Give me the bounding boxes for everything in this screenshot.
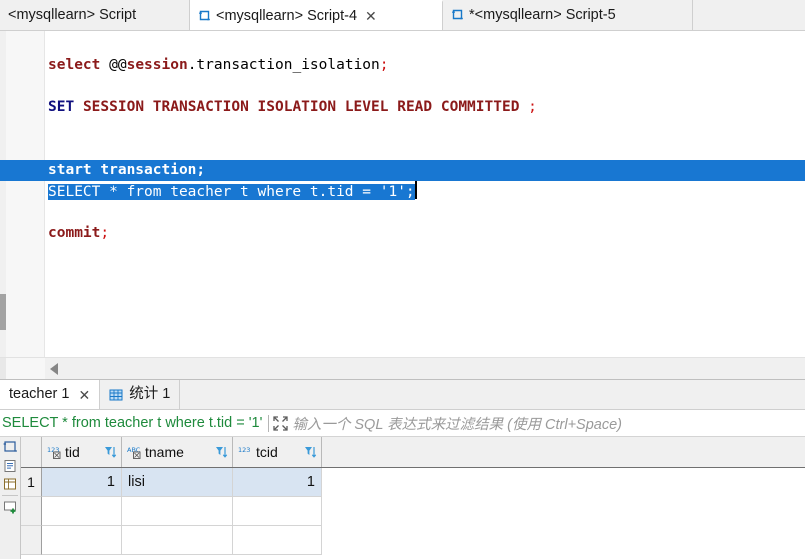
row-filler [322, 468, 805, 497]
table-row[interactable] [21, 526, 805, 555]
scroll-left-arrow-icon[interactable] [50, 363, 58, 375]
cell-tid[interactable] [42, 526, 122, 555]
grid-column-header-tname[interactable]: ABC tname [122, 437, 233, 467]
grid-column-label: tname [145, 444, 184, 460]
editor-tab-bar: <mysqllearn> Script <mysqllearn> Script-… [0, 0, 805, 31]
cell-tcid[interactable]: 1 [233, 468, 322, 497]
code-token: ; [528, 99, 537, 115]
code-token: .transaction_isolation [187, 57, 380, 73]
row-number[interactable] [21, 526, 42, 555]
code-token: SET [48, 99, 75, 115]
code-line: SET SESSION TRANSACTION ISOLATION LEVEL … [46, 97, 805, 118]
editor-tab-script[interactable]: <mysqllearn> Script [0, 0, 190, 30]
code-token: @@ [109, 57, 127, 73]
filter-sort-icon[interactable] [104, 445, 117, 459]
sql-script-icon [451, 9, 464, 22]
editor-horizontal-scrollbar-track[interactable] [45, 358, 805, 379]
grid-header-row: 123 tid ABC tname 123 tcid [21, 437, 805, 468]
cell-tid[interactable] [42, 497, 122, 526]
cell-tid[interactable]: 1 [42, 468, 122, 497]
row-filler [322, 497, 805, 526]
grid-column-label: tid [65, 444, 80, 460]
toolbar-divider [2, 495, 18, 496]
editor-tab-close-icon[interactable]: ✕ [365, 9, 377, 23]
grid-header-rownum-corner[interactable] [21, 437, 42, 467]
filter-query-text: SELECT * from teacher t where t.tid = '1… [2, 415, 263, 431]
code-line: select @@session.transaction_isolation; [46, 55, 805, 76]
sql-script-icon [198, 10, 211, 23]
row-filler [322, 526, 805, 555]
code-token: session [126, 57, 188, 73]
grid-icon [109, 388, 123, 402]
result-tab-label: 统计 1 [129, 386, 171, 403]
code-line: commit; [46, 223, 805, 244]
grid-column-label: tcid [256, 444, 278, 460]
editor-tab-script-5[interactable]: *<mysqllearn> Script-5 [443, 0, 693, 30]
sql-editor[interactable]: select @@session.transaction_isolation; … [0, 31, 805, 357]
record-view-icon[interactable] [3, 477, 18, 492]
result-grid[interactable]: 123 tid ABC tname 123 tcid 1 1 lisi 1 [21, 437, 805, 559]
row-number[interactable]: 1 [21, 468, 42, 497]
result-tab-label: teacher 1 [9, 386, 70, 403]
svg-text:123: 123 [238, 446, 250, 454]
text-caret [414, 181, 417, 199]
number-type-icon: 123 [238, 445, 253, 459]
result-filter-bar[interactable]: SELECT * from teacher t where t.tid = '1… [0, 410, 805, 437]
editor-tab-label: <mysqllearn> Script [8, 6, 137, 23]
cell-tname[interactable] [122, 497, 233, 526]
add-row-icon[interactable] [3, 499, 18, 514]
text-view-icon[interactable] [3, 459, 18, 474]
editor-tab-script-4[interactable]: <mysqllearn> Script-4 ✕ [190, 0, 443, 30]
text-type-icon: ABC [127, 445, 142, 459]
grid-side-toolbar [0, 437, 21, 559]
row-number[interactable] [21, 497, 42, 526]
table-row[interactable]: 1 1 lisi 1 [21, 468, 805, 497]
number-type-icon: 123 [47, 445, 62, 459]
table-row[interactable] [21, 497, 805, 526]
editor-code-area[interactable]: select @@session.transaction_isolation; … [0, 31, 805, 357]
result-tab-close-icon[interactable]: ✕ [78, 388, 90, 402]
code-token: SELECT * from teacher t where t.tid = '1… [48, 184, 415, 200]
filter-sort-icon[interactable] [304, 445, 317, 459]
grid-view-icon[interactable] [3, 441, 18, 456]
code-line-selected: start transaction; [0, 160, 805, 181]
grid-column-header-tid[interactable]: 123 tid [42, 437, 122, 467]
editor-tab-label: *<mysqllearn> Script-5 [469, 6, 616, 23]
cell-tcid[interactable] [233, 497, 322, 526]
cell-tname[interactable]: lisi [122, 468, 233, 497]
filter-sort-icon[interactable] [215, 445, 228, 459]
grid-header-filler [322, 437, 805, 467]
code-line-selected: SELECT * from teacher t where t.tid = '1… [0, 181, 805, 202]
code-token: select [48, 57, 101, 73]
editor-tab-label: <mysqllearn> Script-4 [216, 7, 358, 24]
code-token: SESSION TRANSACTION ISOLATION LEVEL READ… [82, 99, 520, 115]
code-token: ; [100, 225, 110, 241]
result-tab-teacher[interactable]: teacher 1 ✕ [0, 380, 101, 409]
result-tab-statistics[interactable]: 统计 1 [100, 380, 181, 409]
cell-tcid[interactable] [233, 526, 322, 555]
cell-tname[interactable] [122, 526, 233, 555]
gutter-footer [6, 358, 45, 379]
grid-column-header-tcid[interactable]: 123 tcid [233, 437, 322, 467]
result-tab-bar: teacher 1 ✕ 统计 1 [0, 379, 805, 410]
code-token: commit [48, 225, 101, 241]
filter-input-placeholder[interactable]: 输入一个 SQL 表达式来过滤结果 (使用 Ctrl+Space) [292, 413, 622, 434]
expand-icon[interactable] [268, 414, 289, 432]
editor-horizontal-scrollbar[interactable] [0, 357, 805, 379]
code-token: ; [379, 57, 389, 73]
code-token: start transaction; [48, 162, 206, 178]
